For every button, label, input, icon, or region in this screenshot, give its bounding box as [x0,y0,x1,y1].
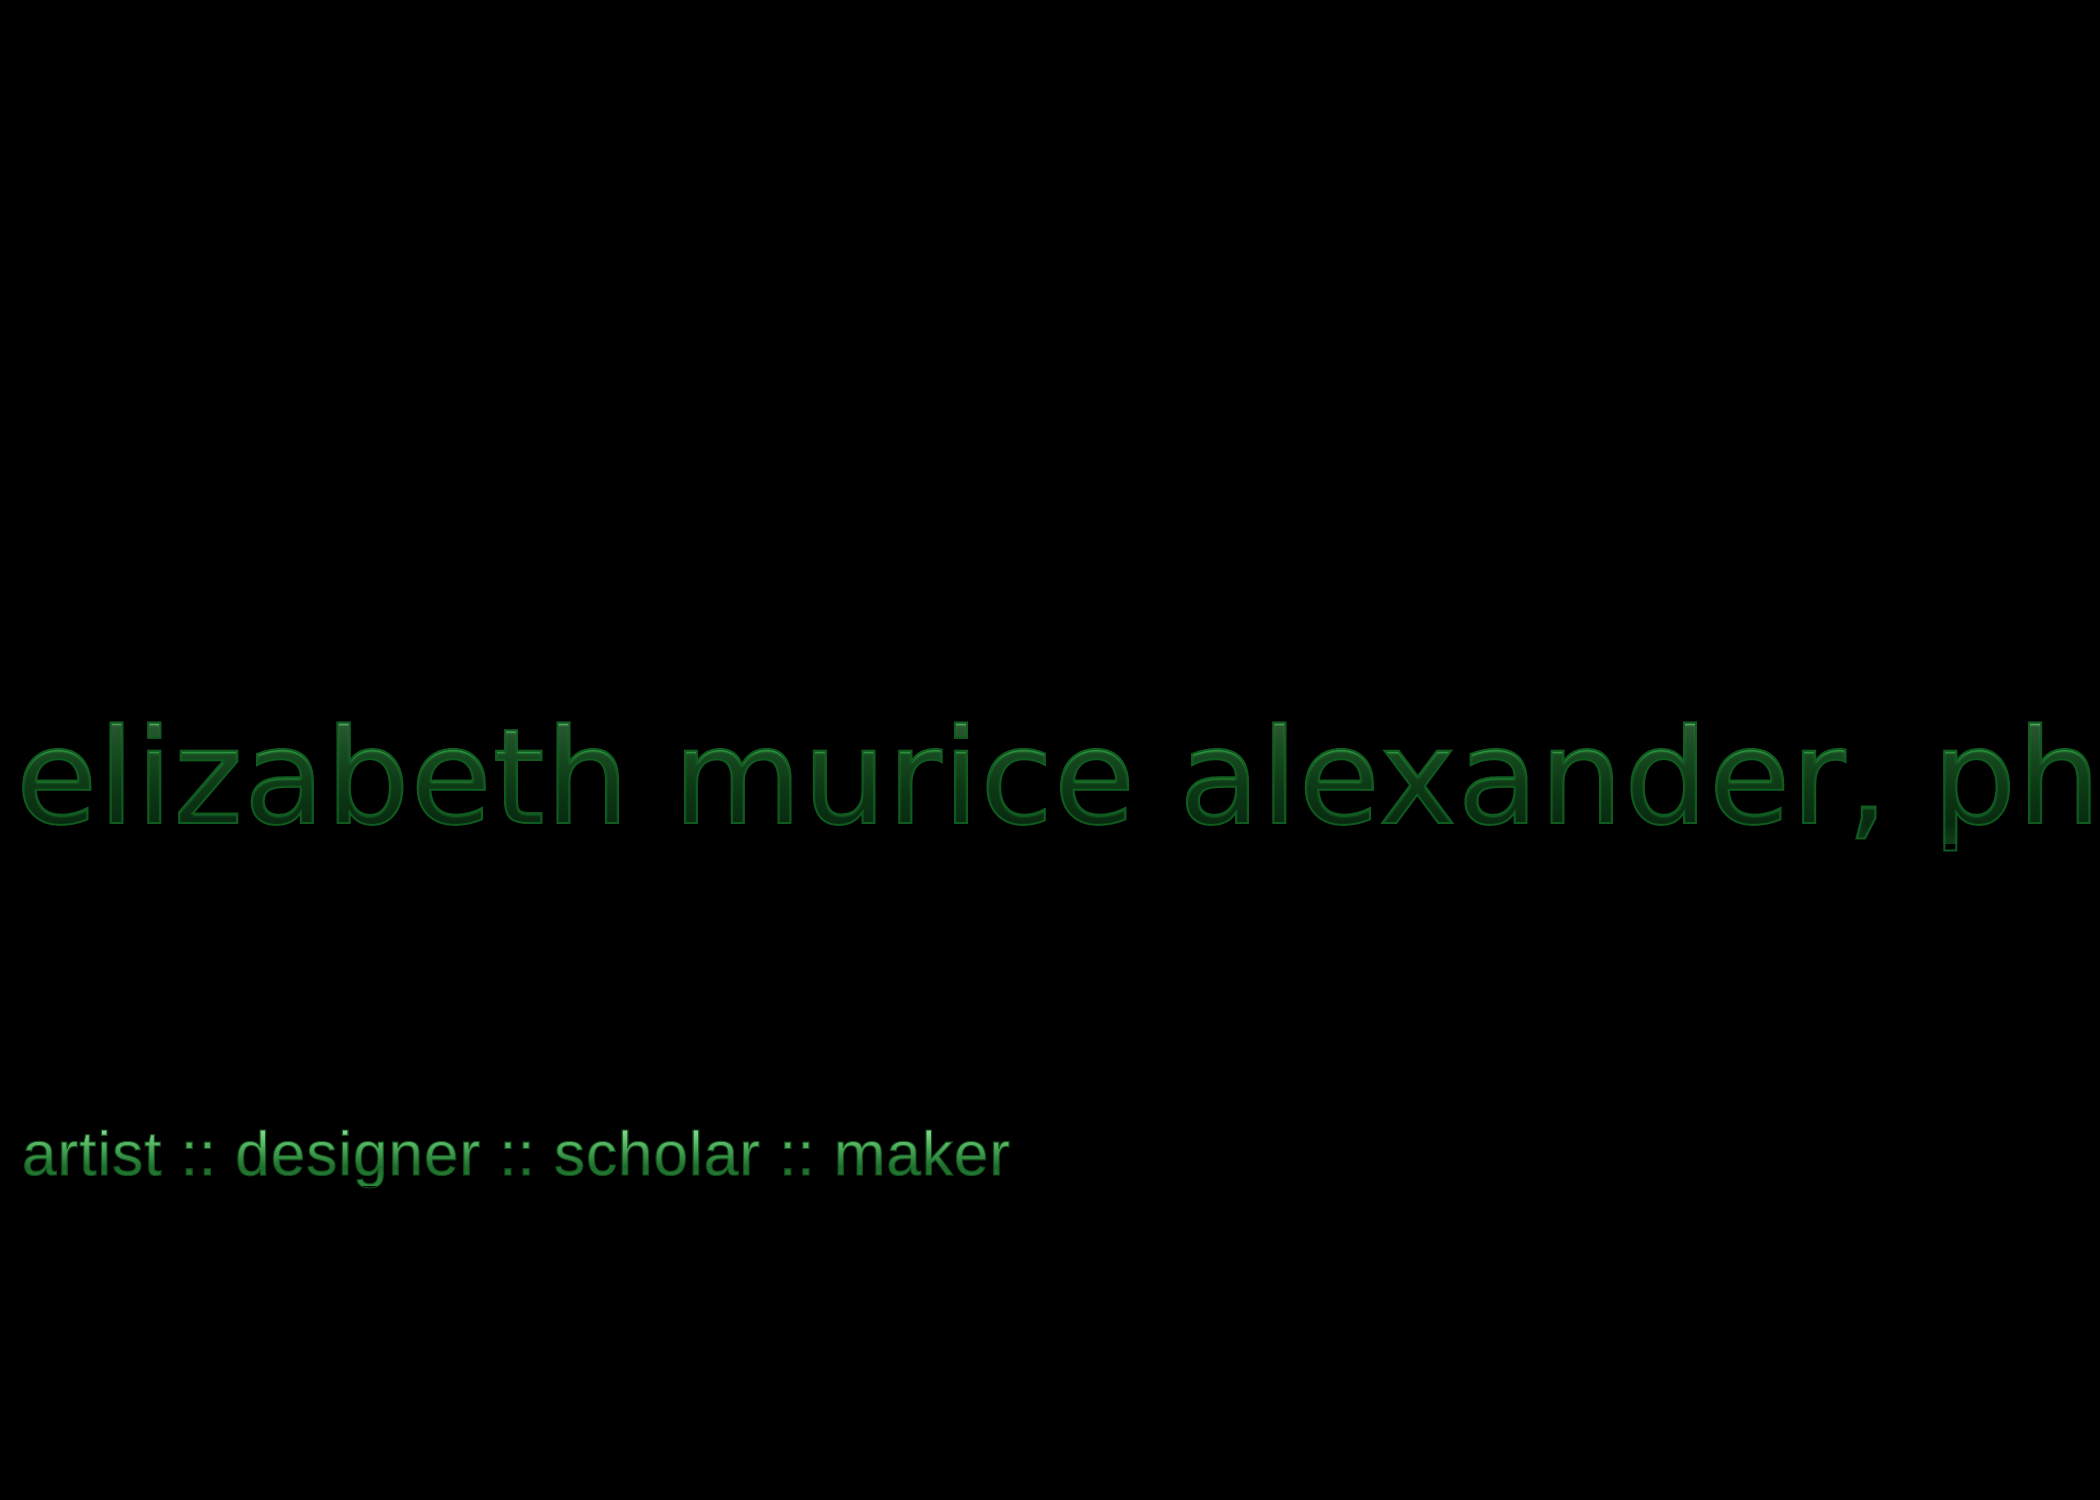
site-title-name: elizabeth murice alexander, phd [15,711,2100,845]
splash-page: elizabeth murice alexander, phd artist :… [0,0,2100,1500]
tagline: artist :: designer :: scholar :: maker [21,1120,1012,1189]
